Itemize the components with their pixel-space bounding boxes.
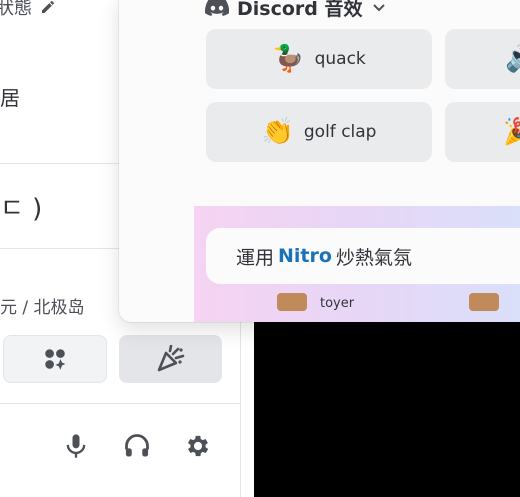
- headphones-icon[interactable]: [123, 432, 151, 460]
- party-popper-icon: 🎉: [503, 117, 520, 147]
- soundboard-button[interactable]: [119, 335, 222, 383]
- truncated-text-2: ㄷ ): [0, 194, 43, 224]
- status-label: 狀態: [0, 0, 32, 19]
- chevron-down-icon: [372, 4, 385, 12]
- truncated-sound-label: toyer: [320, 296, 355, 311]
- truncated-text-1: 居: [0, 86, 20, 110]
- soundboard-popup: Discord 音效 🦆 quack 👏 golf clap 🔊 🎉 toyer…: [119, 0, 520, 322]
- settings-icon[interactable]: [184, 432, 212, 460]
- truncated-location: 元 / 北极岛: [0, 298, 85, 318]
- clapping-hands-icon: 👏: [261, 117, 294, 147]
- nitro-link[interactable]: Nitro: [278, 245, 332, 267]
- activities-button[interactable]: [3, 335, 107, 383]
- nitro-prefix: 運用: [236, 246, 275, 269]
- status-row[interactable]: 狀態: [0, 0, 56, 19]
- nitro-upsell-card[interactable]: 運用 Nitro 炒熱氣氛: [206, 228, 520, 284]
- duck-icon: 🦆: [272, 44, 305, 74]
- popup-header[interactable]: Discord 音效: [205, 0, 387, 20]
- sound-avatar: [469, 293, 499, 311]
- sound-button-quack[interactable]: 🦆 quack: [206, 29, 432, 89]
- speaker-icon: 🔊: [505, 46, 520, 72]
- apps-icon: [45, 349, 66, 370]
- sound-button-partial[interactable]: 🔊: [445, 29, 520, 89]
- video-area: [254, 322, 520, 497]
- microphone-icon[interactable]: [62, 432, 90, 460]
- soundboard-icon: [157, 345, 184, 372]
- nitro-suffix: 炒熱氣氛: [335, 246, 412, 269]
- sound-label: quack: [314, 49, 366, 69]
- sound-label: golf clap: [303, 122, 377, 142]
- sound-avatar: [277, 293, 307, 311]
- sound-button-partial[interactable]: 🎉: [445, 102, 520, 162]
- divider: [0, 403, 240, 404]
- sound-button-golf-clap[interactable]: 👏 golf clap: [206, 102, 432, 162]
- discord-logo-icon: [205, 0, 229, 16]
- pencil-icon[interactable]: [40, 0, 56, 15]
- popup-title: Discord 音效: [237, 0, 363, 20]
